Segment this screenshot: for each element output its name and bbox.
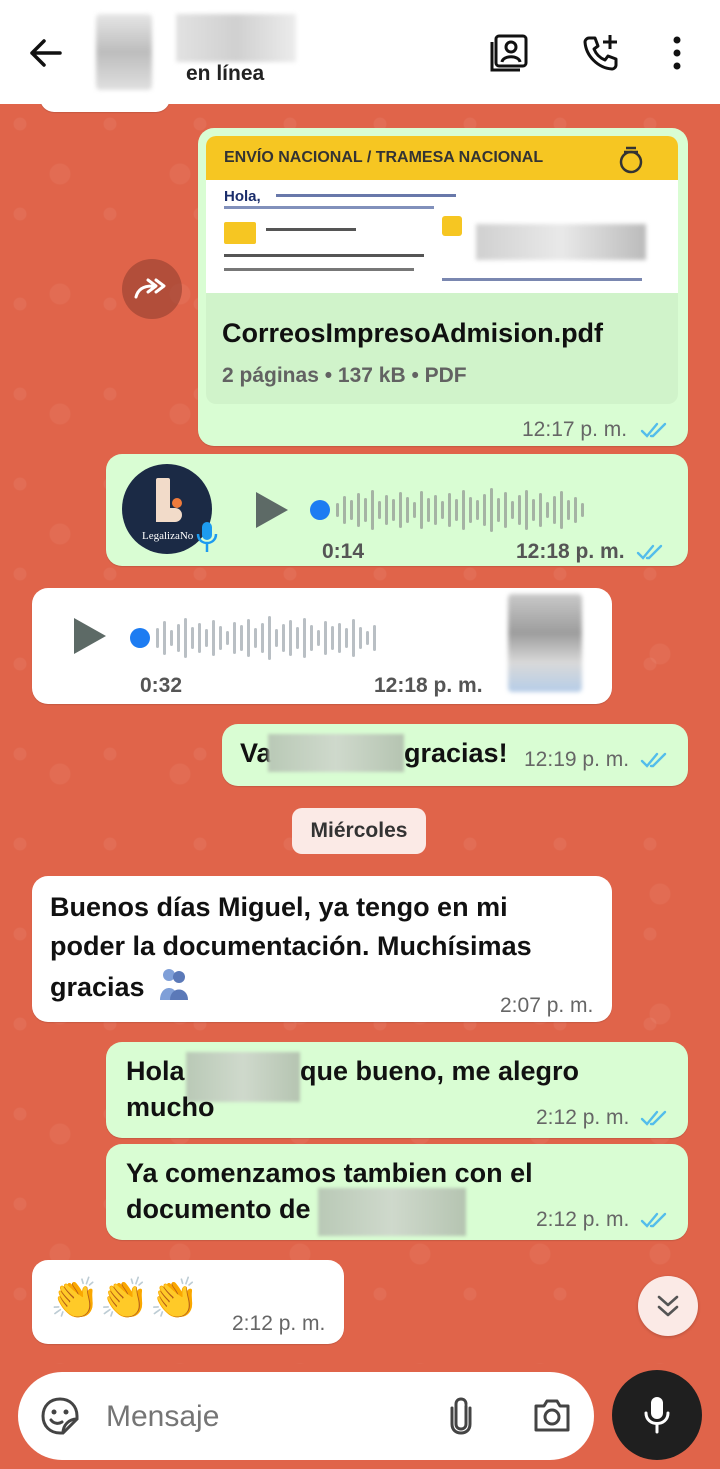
message-incoming[interactable]: 👏👏👏 2:12 p. m.	[32, 1260, 344, 1344]
sender-avatar	[508, 594, 582, 692]
redacted-text	[318, 1188, 466, 1236]
mic-badge-icon	[196, 522, 218, 552]
audio-progress-dot[interactable]	[130, 628, 150, 648]
message-text: Buenos días Miguel, ya tengo en mi poder…	[50, 888, 570, 1007]
message-time: 12:18 p. m.	[516, 540, 625, 563]
camera-icon[interactable]	[532, 1396, 572, 1434]
read-ticks-icon	[640, 422, 667, 438]
audio-waveform[interactable]	[336, 482, 584, 538]
audio-duration: 0:14	[322, 540, 365, 563]
voice-message-incoming[interactable]: 0:32 12:18 p. m.	[32, 588, 612, 704]
message-time: 12:19 p. m.	[524, 748, 630, 771]
message-text-end: que bueno, me alegro	[300, 1056, 580, 1086]
add-call-icon	[583, 35, 618, 71]
forward-button[interactable]	[122, 259, 182, 319]
sender-avatar-label: LegalizaNo	[142, 530, 194, 542]
message-incoming[interactable]: Buenos días Miguel, ya tengo en mi poder…	[32, 876, 612, 1022]
message-time: 12:18 p. m.	[374, 674, 483, 697]
message-time: 2:12 p. m.	[536, 1208, 630, 1231]
date-chip: Miércoles	[292, 808, 426, 854]
back-arrow-icon	[30, 39, 62, 67]
read-ticks-icon	[640, 752, 667, 768]
message-input[interactable]	[104, 1392, 408, 1442]
message-outgoing[interactable]: Hola que bueno, me alegro mucho 2:12 p. …	[106, 1042, 688, 1138]
message-time: 2:07 p. m.	[500, 994, 594, 1017]
composer-bar	[0, 1364, 720, 1469]
document-preview-banner: ENVÍO NACIONAL / TRAMESA NACIONAL	[224, 149, 544, 166]
contact-status: en línea	[186, 62, 265, 85]
audio-progress-dot[interactable]	[310, 500, 330, 520]
voice-message-outgoing[interactable]: LegalizaNo 0:14 12:18 p. m.	[106, 454, 688, 566]
read-ticks-icon	[636, 544, 663, 560]
correos-logo	[616, 144, 646, 174]
play-button-icon[interactable]	[70, 616, 108, 656]
message-time: 2:12 p. m.	[232, 1312, 326, 1335]
message-outgoing[interactable]: Ya comenzamos tambien con el documento d…	[106, 1144, 688, 1240]
contact-avatar[interactable]	[96, 14, 152, 90]
sticker-icon[interactable]	[40, 1396, 80, 1436]
chevron-double-down-icon	[657, 1295, 679, 1317]
message-text-line2: documento de	[126, 1194, 311, 1224]
contact-card-button[interactable]	[484, 30, 534, 76]
more-vert-icon	[673, 36, 681, 70]
audio-waveform[interactable]	[156, 610, 376, 666]
message-text-start: Va	[240, 738, 272, 768]
chat-header: en línea	[0, 0, 720, 104]
chat-area[interactable]: ENVÍO NACIONAL / TRAMESA NACIONAL Hola, …	[0, 104, 720, 1364]
redacted-text	[268, 734, 404, 772]
read-ticks-icon	[640, 1110, 667, 1126]
back-button[interactable]	[20, 30, 70, 76]
play-button-icon[interactable]	[252, 490, 290, 530]
mic-button[interactable]	[612, 1370, 702, 1460]
hug-emoji-icon	[160, 969, 189, 1000]
mic-icon	[644, 1397, 670, 1434]
message-time: 12:17 p. m.	[522, 418, 628, 441]
clap-emoji: 👏👏👏	[50, 1277, 200, 1321]
contact-name[interactable]	[176, 14, 296, 62]
contact-card-icon	[490, 34, 528, 72]
message-text-line2: mucho	[126, 1092, 215, 1122]
scroll-to-bottom-button[interactable]	[638, 1276, 698, 1336]
more-options-button[interactable]	[654, 30, 700, 76]
message-time: 2:12 p. m.	[536, 1106, 630, 1129]
document-preview[interactable]: ENVÍO NACIONAL / TRAMESA NACIONAL Hola,	[206, 136, 678, 293]
document-preview-greeting: Hola,	[224, 188, 261, 205]
forward-icon	[134, 278, 166, 299]
message-text-content: Buenos días Miguel, ya tengo en mi poder…	[50, 892, 532, 1002]
attach-icon[interactable]	[446, 1396, 476, 1436]
add-call-button[interactable]	[576, 30, 626, 76]
message-input-container[interactable]	[18, 1372, 594, 1460]
audio-duration: 0:32	[140, 674, 183, 697]
message-text-line1: Ya comenzamos tambien con el	[126, 1158, 533, 1188]
document-message[interactable]: ENVÍO NACIONAL / TRAMESA NACIONAL Hola, …	[198, 128, 688, 446]
previous-message-edge	[40, 104, 170, 112]
read-ticks-icon	[640, 1212, 667, 1228]
message-outgoing[interactable]: Va gracias! 12:19 p. m.	[222, 724, 688, 786]
message-text-end: gracias!	[404, 738, 508, 768]
message-text-start: Hola	[126, 1056, 185, 1086]
document-info-panel	[206, 293, 678, 404]
